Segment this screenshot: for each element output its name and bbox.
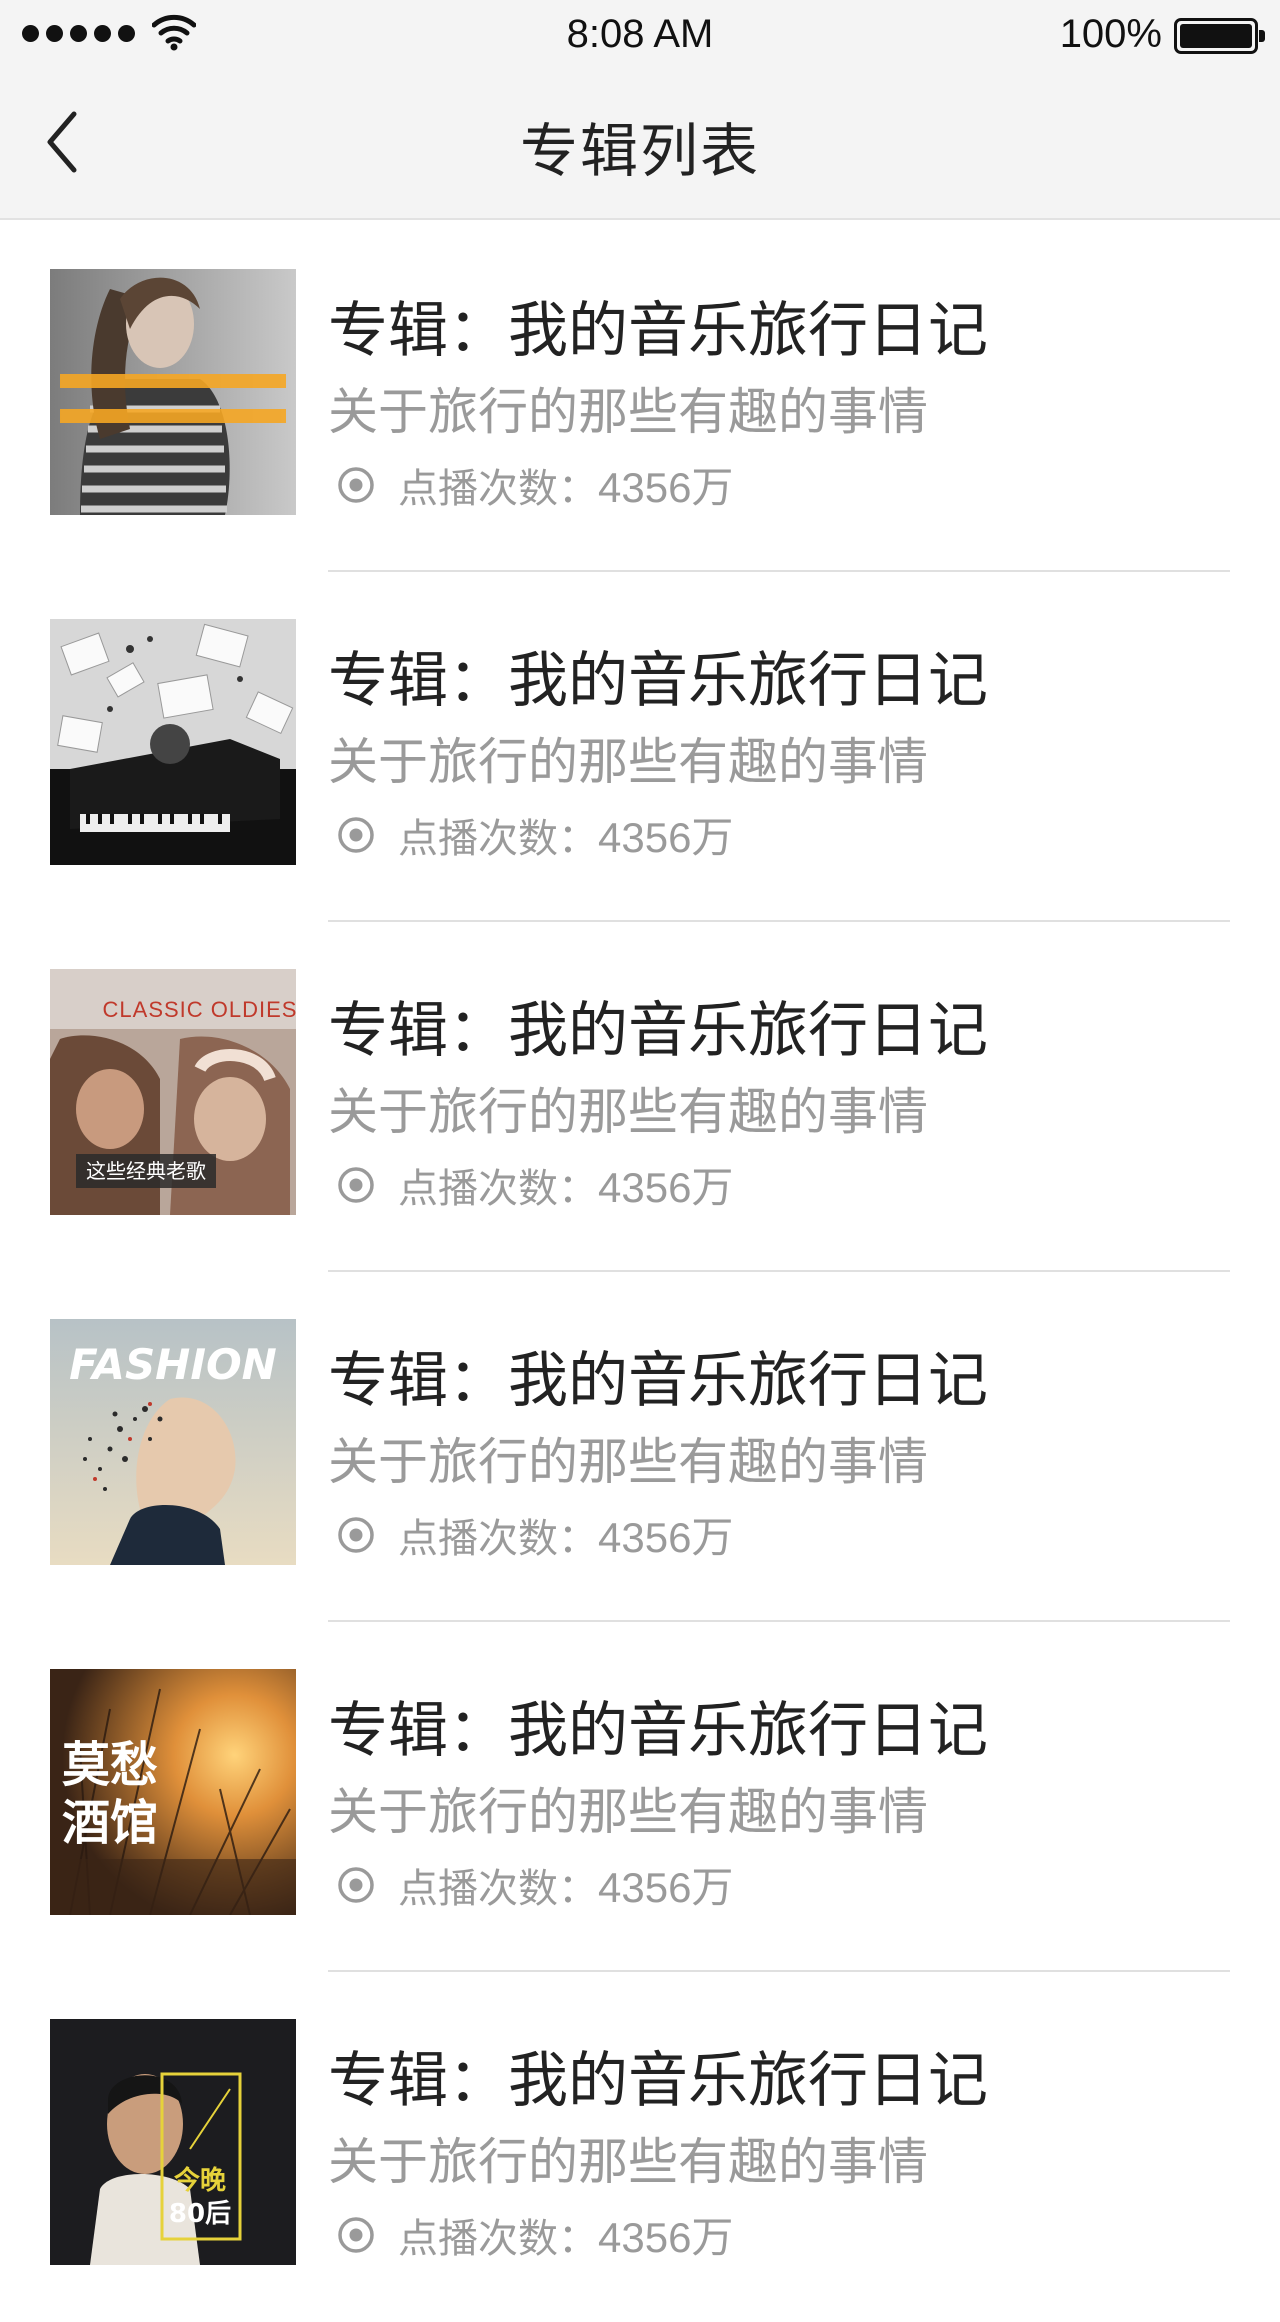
album-cover-image: CLASSIC OLDIES 这些经典老歌 bbox=[50, 969, 296, 1215]
play-count-label: 点播次数： bbox=[398, 1865, 598, 1912]
album-list: 专辑：我的音乐旅行日记 关于旅行的那些有趣的事情 点播次数： 4356万 专辑：… bbox=[0, 222, 1280, 2322]
play-count-row: 点播次数： 4356万 bbox=[336, 804, 733, 865]
album-title: 专辑：我的音乐旅行日记 bbox=[328, 296, 988, 366]
album-list-item[interactable]: 专辑：我的音乐旅行日记 关于旅行的那些有趣的事情 点播次数： 4356万 bbox=[0, 572, 1280, 922]
cover-caption: 今晚 bbox=[174, 2165, 226, 2196]
play-count-value: 4356万 bbox=[598, 2214, 734, 2261]
play-count-icon bbox=[338, 2216, 374, 2253]
album-subtitle: 关于旅行的那些有趣的事情 bbox=[328, 1783, 928, 1841]
play-count-icon bbox=[338, 466, 374, 503]
play-count-row: 点播次数： 4356万 bbox=[336, 1154, 733, 1215]
play-count-label: 点播次数： bbox=[398, 2215, 598, 2262]
cover-caption: FASHION bbox=[69, 1340, 277, 1389]
album-cover-image: 今晚 80后 bbox=[50, 2019, 296, 2265]
album-subtitle: 关于旅行的那些有趣的事情 bbox=[328, 1433, 928, 1491]
album-subtitle: 关于旅行的那些有趣的事情 bbox=[328, 2133, 928, 2191]
album-cover-image: 莫愁 酒馆 bbox=[50, 1669, 296, 1915]
play-count-label: 点播次数： bbox=[398, 1165, 598, 1212]
album-list-item[interactable]: CLASSIC OLDIES 这些经典老歌 专辑：我的音乐旅行日记 关于旅行的那… bbox=[0, 922, 1280, 1272]
play-count-row: 点播次数： 4356万 bbox=[336, 1854, 733, 1915]
album-subtitle: 关于旅行的那些有趣的事情 bbox=[328, 383, 928, 441]
album-list-item[interactable]: FASHION 专辑：我的音乐旅行日记 关于旅行的那些有趣的事情 点播次数： 4… bbox=[0, 1272, 1280, 1622]
play-count-value: 4356万 bbox=[598, 1514, 734, 1561]
album-list-item[interactable]: 今晚 80后 专辑：我的音乐旅行日记 关于旅行的那些有趣的事情 点播次数： 43… bbox=[0, 1972, 1280, 2322]
play-count-value: 4356万 bbox=[598, 1864, 734, 1911]
play-count-row: 点播次数： 4356万 bbox=[336, 454, 733, 515]
play-count-value: 4356万 bbox=[598, 464, 734, 511]
play-count-value: 4356万 bbox=[598, 1164, 734, 1211]
album-subtitle: 关于旅行的那些有趣的事情 bbox=[328, 733, 928, 791]
navigation-bar: 专辑列表 bbox=[0, 70, 1280, 220]
cover-caption: 莫愁 bbox=[62, 1737, 158, 1793]
album-title: 专辑：我的音乐旅行日记 bbox=[328, 1346, 988, 1416]
album-title: 专辑：我的音乐旅行日记 bbox=[328, 996, 988, 1066]
cover-caption: 酒馆 bbox=[62, 1795, 158, 1851]
album-title: 专辑：我的音乐旅行日记 bbox=[328, 1696, 988, 1766]
play-count-icon bbox=[338, 1516, 374, 1553]
play-count-row: 点播次数： 4356万 bbox=[336, 2204, 733, 2265]
page-title: 专辑列表 bbox=[519, 117, 760, 185]
play-count-row: 点播次数： 4356万 bbox=[336, 1504, 733, 1565]
play-count-icon bbox=[338, 1866, 374, 1903]
cover-caption: 80后 bbox=[169, 2199, 231, 2229]
album-title: 专辑：我的音乐旅行日记 bbox=[328, 2046, 988, 2116]
album-list-item[interactable]: 专辑：我的音乐旅行日记 关于旅行的那些有趣的事情 点播次数： 4356万 bbox=[0, 222, 1280, 572]
play-count-label: 点播次数： bbox=[398, 1515, 598, 1562]
battery-percentage: 100% bbox=[1059, 12, 1162, 56]
album-cover-image bbox=[50, 619, 296, 865]
album-cover-image: FASHION bbox=[50, 1319, 296, 1565]
cover-caption: 这些经典老歌 bbox=[86, 1159, 206, 1183]
play-count-icon bbox=[338, 1166, 374, 1203]
play-count-icon bbox=[338, 816, 374, 853]
album-subtitle: 关于旅行的那些有趣的事情 bbox=[328, 1083, 928, 1141]
status-bar: 8:08 AM 100% bbox=[0, 0, 1280, 70]
album-cover-image bbox=[50, 269, 296, 515]
album-title: 专辑：我的音乐旅行日记 bbox=[328, 646, 988, 716]
play-count-label: 点播次数： bbox=[398, 465, 598, 512]
play-count-label: 点播次数： bbox=[398, 815, 598, 862]
play-count-value: 4356万 bbox=[598, 814, 734, 861]
album-list-item[interactable]: 莫愁 酒馆 专辑：我的音乐旅行日记 关于旅行的那些有趣的事情 点播次数： 435… bbox=[0, 1622, 1280, 1972]
cover-caption: CLASSIC OLDIES bbox=[103, 997, 296, 1022]
battery-icon bbox=[1174, 18, 1265, 54]
